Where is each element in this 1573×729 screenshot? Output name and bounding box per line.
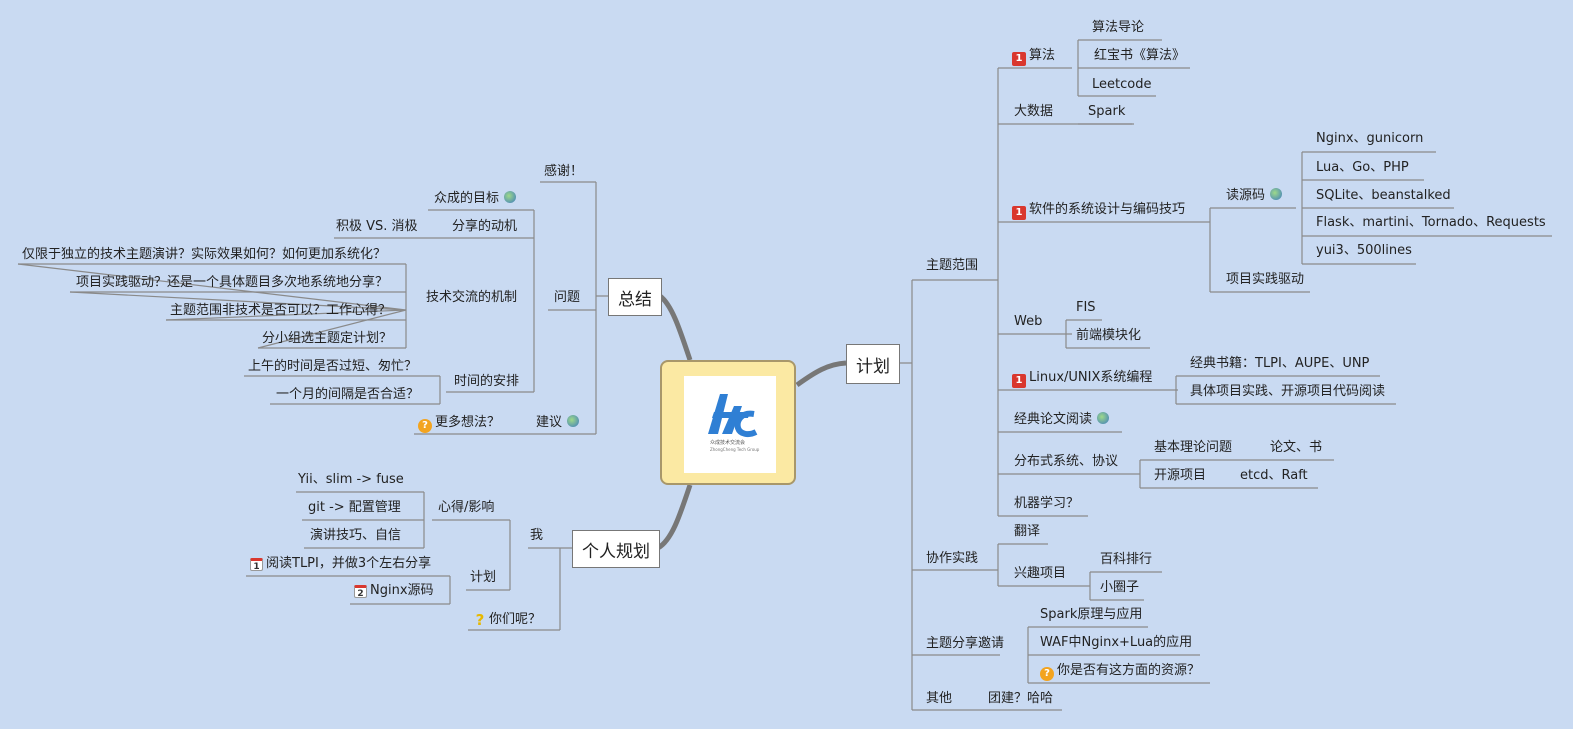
node-goal[interactable]: 众成的目标: [434, 191, 517, 207]
node-git[interactable]: git -> 配置管理: [308, 500, 401, 516]
node-leetcode[interactable]: Leetcode: [1092, 77, 1151, 93]
node-bigdata[interactable]: 大数据: [1014, 104, 1053, 120]
node-suggest[interactable]: 建议: [536, 415, 580, 431]
logo-subtext: ZhongCheng Tech Group: [710, 447, 760, 452]
node-you[interactable]: ? 你们呢？: [474, 612, 541, 628]
calendar-icon: 1: [250, 558, 263, 572]
node-wiki-rank[interactable]: 百科排行: [1100, 552, 1152, 568]
node-invite-resource[interactable]: ? 你是否有这方面的资源？: [1040, 663, 1200, 681]
node-linux-label: Linux/UNIX系统编程: [1029, 370, 1153, 385]
node-interest[interactable]: 兴趣项目: [1014, 566, 1066, 582]
priority-1-icon: 1: [1012, 206, 1026, 220]
node-algo-intro[interactable]: 算法导论: [1092, 20, 1144, 36]
priority-1-icon: 1: [1012, 52, 1026, 66]
node-time-interval[interactable]: 一个月的间隔是否合适？: [276, 387, 419, 403]
node-circle[interactable]: 小圈子: [1100, 580, 1139, 596]
mind-map: 众成技术交流会 ZhongCheng Tech Group 计划 总结 个人规划…: [0, 0, 1573, 729]
node-goal-label: 众成的目标: [434, 191, 500, 206]
node-nginx-source[interactable]: 2 Nginx源码: [354, 583, 434, 599]
node-invite[interactable]: 主题分享邀请: [926, 636, 1004, 652]
logo-text: 众成技术交流会: [710, 440, 746, 446]
node-dist-open-source[interactable]: 开源项目: [1154, 468, 1206, 484]
node-q-project[interactable]: 项目实践驱动？还是一个具体题目多次地系统地分享？: [76, 275, 388, 291]
node-time-short[interactable]: 上午的时间是否过短、匆忙？: [248, 359, 417, 375]
node-me[interactable]: 我: [530, 528, 543, 544]
node-read-source-label: 读源码: [1226, 188, 1266, 203]
branch-summary[interactable]: 总结: [608, 278, 662, 316]
node-algo-red-book[interactable]: 红宝书《算法》: [1094, 48, 1185, 64]
globe-icon: [567, 415, 580, 427]
logo-mark-icon: [708, 394, 758, 438]
node-linux[interactable]: 1 Linux/UNIX系统编程: [1012, 370, 1152, 388]
node-q-independent[interactable]: 仅限于独立的技术主题演讲？实际效果如何？如何更加系统化？: [22, 247, 386, 263]
node-tlpi[interactable]: 1 阅读TLPI，并做3个左右分享: [250, 556, 431, 572]
node-src-yui[interactable]: yui3、500lines: [1316, 243, 1412, 259]
node-schedule[interactable]: 计划: [470, 570, 496, 586]
center-logo: 众成技术交流会 ZhongCheng Tech Group: [684, 376, 776, 473]
node-nginx-source-label: Nginx源码: [370, 583, 434, 598]
node-yii[interactable]: Yii、slim -> fuse: [298, 472, 404, 488]
node-suggest-label: 建议: [536, 415, 563, 430]
question-icon: ?: [418, 419, 432, 433]
node-insight[interactable]: 心得/影响: [438, 500, 494, 516]
node-linux-projects[interactable]: 具体项目实践、开源项目代码阅读: [1190, 384, 1385, 400]
node-other[interactable]: 其他: [926, 691, 952, 707]
priority-1-icon: 1: [1012, 374, 1026, 388]
node-design[interactable]: 1 软件的系统设计与编码技巧: [1012, 202, 1185, 220]
node-dist-theory[interactable]: 基本理论问题: [1154, 440, 1232, 456]
node-dist-papers[interactable]: 论文、书: [1270, 440, 1322, 456]
node-src-sqlite[interactable]: SQLite、beanstalked: [1316, 188, 1451, 204]
node-more-ideas-label: 更多想法？: [435, 415, 501, 430]
node-you-label: 你们呢？: [489, 612, 542, 627]
center-topic[interactable]: 众成技术交流会 ZhongCheng Tech Group: [660, 360, 796, 485]
node-frontend[interactable]: 前端模块化: [1076, 328, 1141, 344]
calendar-icon: 2: [354, 585, 367, 599]
node-algo-label: 算法: [1029, 48, 1056, 63]
node-src-flask[interactable]: Flask、martini、Tornado、Requests: [1316, 215, 1546, 231]
node-read-source[interactable]: 读源码: [1226, 188, 1283, 204]
globe-icon: [1097, 412, 1110, 424]
node-invite-spark[interactable]: Spark原理与应用: [1040, 607, 1142, 623]
node-invite-resource-label: 你是否有这方面的资源？: [1057, 663, 1201, 678]
node-collab[interactable]: 协作实践: [926, 551, 978, 567]
node-q-nontech[interactable]: 主题范围非技术是否可以？工作心得？: [170, 303, 391, 319]
node-fis[interactable]: FIS: [1076, 300, 1096, 316]
node-topics[interactable]: 主题范围: [926, 258, 978, 274]
node-mechanism[interactable]: 技术交流的机制: [426, 290, 517, 306]
node-translate[interactable]: 翻译: [1014, 524, 1040, 540]
node-linux-books[interactable]: 经典书籍：TLPI、AUPE、UNP: [1190, 356, 1369, 372]
node-tlpi-label: 阅读TLPI，并做3个左右分享: [266, 556, 432, 571]
branch-plan[interactable]: 计划: [846, 344, 900, 384]
node-algo[interactable]: 1 算法: [1012, 48, 1055, 66]
node-speech[interactable]: 演讲技巧、自信: [310, 528, 401, 544]
node-pos-neg[interactable]: 积极 VS. 消极: [336, 219, 418, 235]
node-time[interactable]: 时间的安排: [454, 374, 519, 390]
node-project-driven[interactable]: 项目实践驱动: [1226, 272, 1304, 288]
node-src-lua[interactable]: Lua、Go、PHP: [1316, 160, 1409, 176]
question-icon: ?: [1040, 667, 1054, 681]
node-motive[interactable]: 分享的动机: [452, 219, 517, 235]
node-web[interactable]: Web: [1014, 314, 1042, 330]
question-mark-icon: ?: [475, 611, 485, 629]
node-thanks[interactable]: 感谢！: [544, 164, 583, 180]
node-spark[interactable]: Spark: [1088, 104, 1125, 120]
node-issues[interactable]: 问题: [554, 290, 580, 306]
node-papers[interactable]: 经典论文阅读: [1014, 412, 1110, 428]
node-more-ideas[interactable]: ? 更多想法？: [418, 415, 500, 433]
node-team-building[interactable]: 团建？哈哈: [988, 691, 1053, 707]
node-design-label: 软件的系统设计与编码技巧: [1029, 202, 1186, 217]
globe-icon: [504, 191, 517, 203]
node-src-nginx[interactable]: Nginx、gunicorn: [1316, 131, 1423, 147]
node-invite-waf[interactable]: WAF中Nginx+Lua的应用: [1040, 635, 1192, 651]
node-papers-label: 经典论文阅读: [1014, 412, 1093, 427]
branch-personal-plan[interactable]: 个人规划: [572, 530, 660, 568]
globe-icon: [1270, 188, 1283, 200]
node-ml[interactable]: 机器学习？: [1014, 496, 1079, 512]
node-q-groups[interactable]: 分小组选主题定计划？: [262, 331, 392, 347]
node-distributed[interactable]: 分布式系统、协议: [1014, 454, 1118, 470]
node-dist-etcd[interactable]: etcd、Raft: [1240, 468, 1308, 484]
